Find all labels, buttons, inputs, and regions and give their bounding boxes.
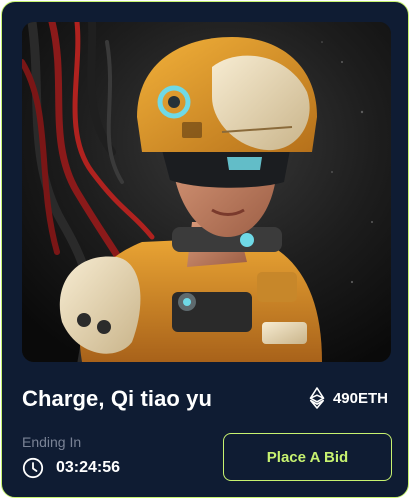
place-bid-button[interactable]: Place A Bid	[223, 433, 392, 481]
ending-in-label: Ending In	[22, 434, 82, 450]
countdown-timer: 03:24:56	[22, 457, 120, 479]
countdown-value: 03:24:56	[56, 459, 121, 476]
nft-card: Charge, Qi tiao yu 490ETH Ending In 03:2…	[1, 1, 409, 498]
nft-title: Charge, Qi tiao yu	[22, 386, 213, 411]
price-value: 490ETH	[332, 389, 388, 407]
price-display: 490ETH	[309, 387, 388, 409]
clock-icon	[22, 457, 44, 479]
nft-artwork-image[interactable]	[22, 22, 391, 362]
ethereum-icon	[309, 387, 325, 409]
